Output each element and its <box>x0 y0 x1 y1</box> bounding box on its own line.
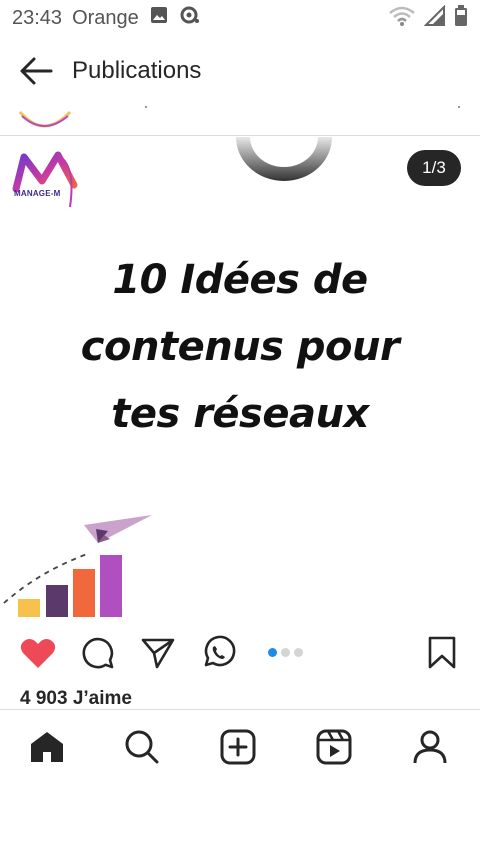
status-bar: 23:43 Orange <box>0 0 480 36</box>
gallery-icon <box>149 5 169 31</box>
bottom-navigation <box>0 709 480 783</box>
carousel-indicator <box>268 648 303 657</box>
previous-post-peek <box>0 106 480 136</box>
nav-reels[interactable] <box>312 727 356 767</box>
comment-icon <box>82 637 114 669</box>
nav-profile[interactable] <box>408 727 452 767</box>
signal-icon <box>423 4 446 32</box>
carousel-dot-1 <box>268 648 277 657</box>
arrow-left-icon <box>20 57 53 85</box>
search-icon <box>125 730 159 764</box>
headline-line-2: contenus pour <box>80 324 400 370</box>
decorative-ring <box>236 137 332 181</box>
nav-home[interactable] <box>25 727 69 767</box>
logo-text: MANAGE-M <box>14 189 61 198</box>
status-time: 23:43 <box>12 6 63 29</box>
whatsapp-share-button[interactable] <box>198 635 238 671</box>
post-image[interactable]: MANAGE-M 1/3 10 Idées de contenus pour t… <box>0 137 480 620</box>
heart-icon <box>20 638 56 668</box>
profile-icon <box>413 730 447 764</box>
brand-logo: MANAGE-M <box>10 145 80 209</box>
share-icon <box>141 638 175 669</box>
likes-count[interactable]: 4 903 J’aime <box>20 688 132 710</box>
battery-icon <box>454 4 468 32</box>
carousel-dot-3 <box>294 648 303 657</box>
status-carrier: Orange <box>72 6 139 29</box>
sync-icon <box>179 5 201 31</box>
wifi-icon <box>388 5 416 32</box>
growth-chart-illustration <box>3 515 152 617</box>
page-title: Publications <box>72 57 202 84</box>
reels-icon <box>316 729 352 765</box>
nav-create[interactable] <box>216 727 260 767</box>
headline-line-1: 10 Idées de <box>112 257 368 303</box>
like-button[interactable] <box>18 635 58 671</box>
nav-search[interactable] <box>120 727 164 767</box>
header-bar: Publications <box>0 36 480 106</box>
add-post-icon <box>220 729 256 765</box>
post-action-bar <box>0 625 480 681</box>
share-button[interactable] <box>138 635 178 671</box>
save-button[interactable] <box>422 635 462 671</box>
slide-counter: 1/3 <box>407 150 461 186</box>
back-button[interactable] <box>0 36 72 106</box>
carousel-dot-2 <box>281 648 290 657</box>
bookmark-icon <box>428 636 456 669</box>
post-headline: 10 Idées de contenus pour tes réseaux <box>0 247 480 448</box>
home-icon <box>31 732 63 762</box>
headline-line-3: tes réseaux <box>111 391 369 437</box>
comment-button[interactable] <box>78 635 118 671</box>
whatsapp-icon <box>204 635 236 667</box>
